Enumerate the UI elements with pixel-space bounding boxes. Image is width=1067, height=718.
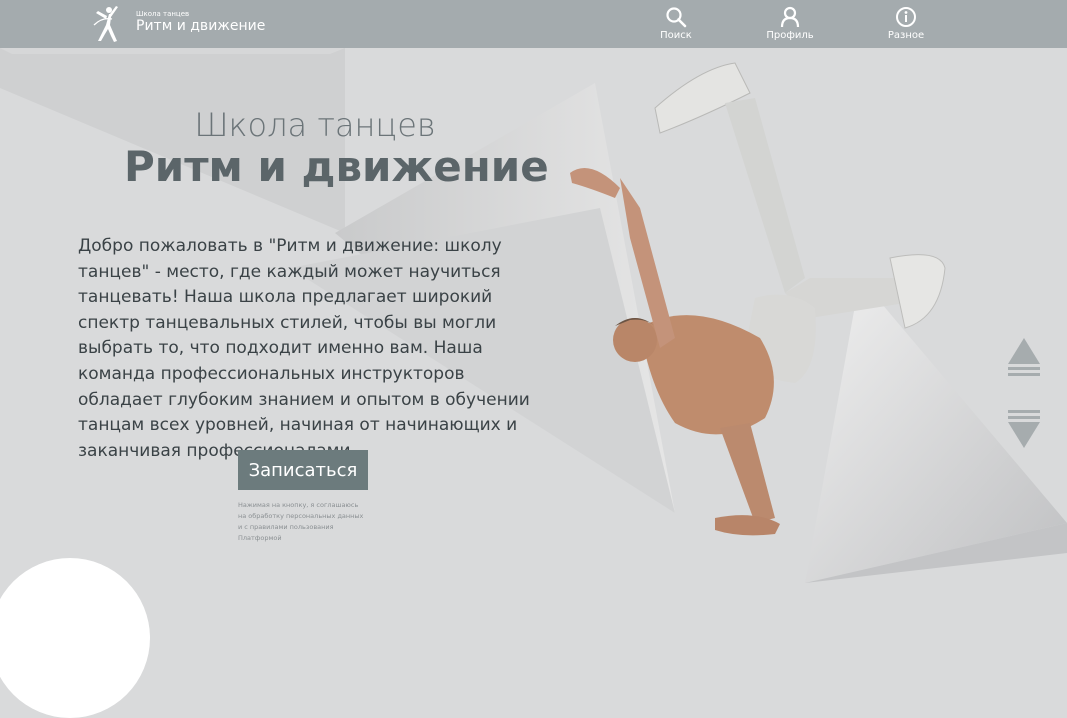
welcome-text: Добро пожаловать в "Ритм и движение: шко…: [78, 236, 530, 461]
dancer-logo-icon[interactable]: [92, 5, 122, 43]
nav-profile[interactable]: Профиль: [760, 4, 820, 44]
logo-subtitle: Школа танцев: [136, 10, 190, 18]
scroll-down-arrow-icon[interactable]: [1008, 410, 1040, 450]
nav-search[interactable]: Поиск: [646, 4, 706, 44]
scroll-up-arrow-icon[interactable]: [1008, 338, 1040, 378]
consent-note: Нажимая на кнопку, я соглашаюсь на обраб…: [238, 501, 364, 542]
hero-section: Школа танцев Ритм и движение Добро пожал…: [0, 48, 1067, 642]
logo-title[interactable]: Ритм и движение: [136, 18, 265, 34]
dancer-image: [570, 62, 946, 536]
signup-button[interactable]: Записаться: [238, 450, 368, 490]
nav-misc[interactable]: Разное: [876, 4, 936, 44]
nav-profile-label: Профиль: [766, 30, 814, 41]
top-bar: Школа танцев Ритм и движение Поиск Профи…: [0, 0, 1067, 48]
hero-subtitle: Школа танцев: [194, 106, 436, 144]
hero-title: Ритм и движение: [124, 142, 549, 191]
user-icon: [780, 6, 800, 28]
nav-search-label: Поиск: [660, 30, 692, 41]
nav-misc-label: Разное: [887, 30, 925, 41]
info-icon: [896, 7, 916, 27]
decorative-circle: [0, 558, 150, 718]
search-icon: [666, 7, 687, 28]
